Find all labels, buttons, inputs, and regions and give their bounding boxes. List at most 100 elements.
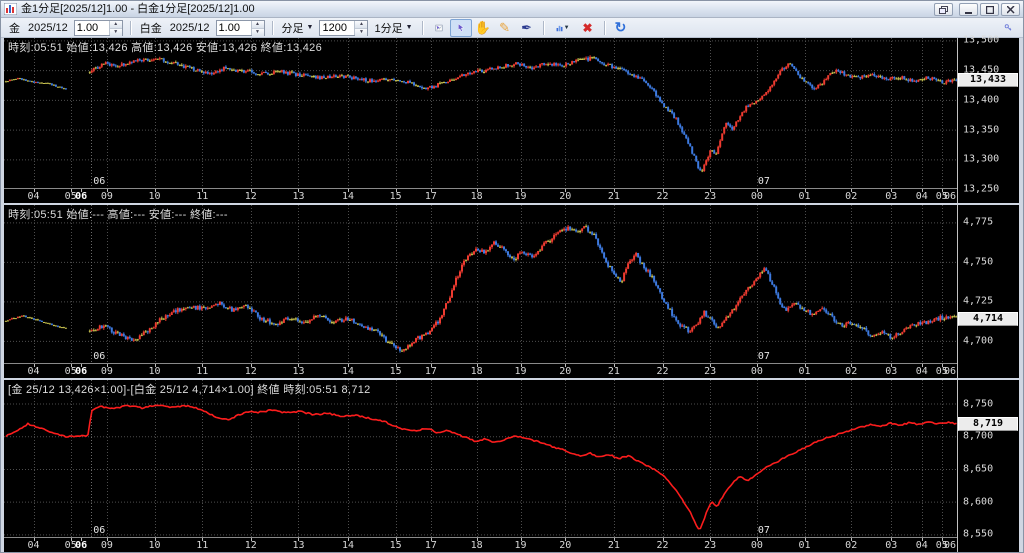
spread-chart-panel: [金 25/12 13,426×1.00]-[白金 25/12 4,714×1.… — [4, 380, 1019, 552]
x-tick-label: 11 — [196, 540, 209, 551]
pen-draw-tool-button[interactable]: ✒ — [516, 19, 538, 37]
delete-x-icon: ✖ — [582, 20, 593, 35]
platinum-1min-plot-svg — [4, 205, 957, 363]
x-tick-label: 00 — [750, 540, 763, 551]
x-tick-label: 18 — [470, 540, 483, 551]
bar-count-spin-arrows[interactable]: ▲ ▼ — [354, 20, 368, 36]
day-change-label: 07 — [757, 351, 770, 362]
title-bar[interactable]: 金1分足[2025/12]1.00 - 白金1分足[2025/12]1.00 — [1, 1, 1023, 18]
toolbar-separator — [542, 20, 544, 35]
x-tick-label: 03 — [885, 540, 898, 551]
pen-icon: ✒ — [521, 19, 532, 35]
x-tick-label: 21 — [607, 366, 620, 377]
day-change-label: 06 — [93, 176, 106, 187]
spread-time-axis: 04 05 06 09 10 11 12 13 14 15 17 18 19 20 21 22 23 00 01 02… — [4, 537, 958, 552]
x-tick-label: 09 — [100, 366, 113, 377]
x-tick-label: 17 — [424, 366, 437, 377]
float-window-button[interactable] — [934, 2, 953, 16]
x-tick-label: 20 — [559, 366, 572, 377]
chevron-down-icon: ▼ — [405, 24, 413, 31]
toolbar-separator — [129, 20, 131, 35]
toolbar-separator — [421, 20, 423, 35]
spread-plot-area[interactable]: [金 25/12 13,426×1.00]-[白金 25/12 4,714×1.… — [4, 380, 958, 552]
gold-contract-month: 2025/12 — [28, 21, 68, 34]
minimize-button[interactable] — [959, 2, 978, 16]
x-tick-label: 03 — [885, 366, 898, 377]
current-price-tag: 8,719 — [958, 416, 1018, 431]
maximize-button[interactable] — [980, 2, 999, 16]
float-window-icon — [939, 6, 948, 14]
platinum-ohlc-readout: 時刻:05:51 始値:--- 高値:--- 安値:--- 終値:--- — [8, 209, 228, 221]
y-tick-label: 8,700 — [963, 430, 994, 442]
indicator-chart-tool-button[interactable]: ▼ — [549, 19, 577, 37]
bar-count-input[interactable] — [320, 20, 355, 35]
x-tick-label: 20 — [559, 191, 572, 202]
gold-platinum-spread-plot-svg — [4, 380, 957, 537]
y-tick-label: 4,700 — [963, 335, 994, 347]
y-tick-label: 8,750 — [963, 398, 994, 410]
key-icon — [1004, 24, 1012, 31]
delete-drawing-tool-button[interactable]: ✖ — [577, 19, 599, 37]
x-tick-label: 20 — [559, 540, 572, 551]
interval-dropdown[interactable]: 1分足 ▼ — [370, 19, 416, 37]
x-tick-label: 00 — [750, 366, 763, 377]
y-tick-label: 13,300 — [963, 153, 1000, 165]
x-tick-label: 04 — [915, 540, 928, 551]
y-tick-label: 8,600 — [963, 496, 994, 508]
chart-cursor-tool-button[interactable] — [428, 19, 450, 37]
day-change-label: 07 — [757, 525, 770, 536]
x-tick-label: 11 — [196, 191, 209, 202]
x-tick-label: 11 — [196, 366, 209, 377]
x-tick-label: 15 — [389, 366, 402, 377]
gold-multiplier-spin-arrows[interactable]: ▲ ▼ — [108, 20, 122, 36]
select-arrow-tool-button[interactable] — [449, 18, 472, 37]
x-tick-label: 06 — [75, 191, 88, 202]
gold-ohlc-readout: 時刻:05:51 始値:13,426 高値:13,426 安値:13,426 終… — [8, 42, 323, 54]
gold-multiplier-stepper[interactable]: ▲▼ — [73, 19, 123, 36]
day-change-label: 06 — [93, 351, 106, 362]
gold-multiplier-input[interactable] — [74, 20, 109, 35]
period-type-dropdown[interactable]: 分足 ▼ — [278, 19, 318, 37]
refresh-tool-button[interactable]: ↻ — [610, 19, 632, 37]
minimize-icon — [964, 12, 972, 14]
x-tick-label: 15 — [389, 540, 402, 551]
x-tick-label: 03 — [885, 191, 898, 202]
spread-price-axis: 8,750 8,700 8,650 8,600 8,550 8,719 — [958, 380, 1019, 552]
x-tick-label: 19 — [514, 366, 527, 377]
x-tick-label: 22 — [656, 540, 669, 551]
x-tick-label: 04 — [915, 366, 928, 377]
toolbar-separator — [271, 20, 273, 35]
platinum-multiplier-spin-arrows[interactable]: ▲ ▼ — [250, 20, 264, 36]
spread-formula-readout: [金 25/12 13,426×1.00]-[白金 25/12 4,714×1.… — [8, 384, 371, 396]
x-tick-label: 04 — [915, 191, 928, 202]
refresh-icon: ↻ — [614, 19, 627, 35]
hand-icon: ✋ — [474, 19, 491, 35]
x-tick-label: 17 — [424, 540, 437, 551]
x-tick-label: 13 — [292, 540, 305, 551]
platinum-multiplier-stepper[interactable]: ▲▼ — [215, 19, 265, 36]
pencil-draw-tool-button[interactable]: ✎ — [494, 19, 516, 37]
bar-chart-icon — [556, 25, 563, 31]
platinum-plot-area[interactable]: 時刻:05:51 始値:--- 高値:--- 安値:--- 終値:--- 04 0… — [4, 205, 958, 378]
platinum-multiplier-input[interactable] — [216, 20, 251, 35]
close-button[interactable] — [1001, 2, 1020, 16]
y-tick-label: 4,725 — [963, 295, 994, 307]
day-change-label: 07 — [757, 176, 770, 187]
current-price-tag: 4,714 — [958, 311, 1018, 326]
key-settings-button[interactable] — [997, 19, 1019, 37]
x-tick-label: 02 — [845, 540, 858, 551]
gold-1min-plot-svg — [4, 38, 957, 188]
x-tick-label: 02 — [845, 191, 858, 202]
x-tick-label: 12 — [244, 366, 257, 377]
chevron-down-icon: ▼ — [563, 24, 570, 31]
gold-plot-area[interactable]: 時刻:05:51 始値:13,426 高値:13,426 安値:13,426 終… — [4, 38, 958, 203]
x-tick-label: 13 — [292, 191, 305, 202]
chevron-down-icon: ▼ — [306, 24, 314, 31]
x-tick-label: 10 — [148, 540, 161, 551]
bar-count-stepper[interactable]: ▲▼ — [319, 19, 369, 36]
x-tick-label: 10 — [148, 366, 161, 377]
x-tick-label: 23 — [704, 191, 717, 202]
pan-hand-tool-button[interactable]: ✋ — [472, 19, 494, 37]
y-tick-label: 13,400 — [963, 94, 1000, 106]
chart-cursor-icon — [435, 24, 442, 31]
